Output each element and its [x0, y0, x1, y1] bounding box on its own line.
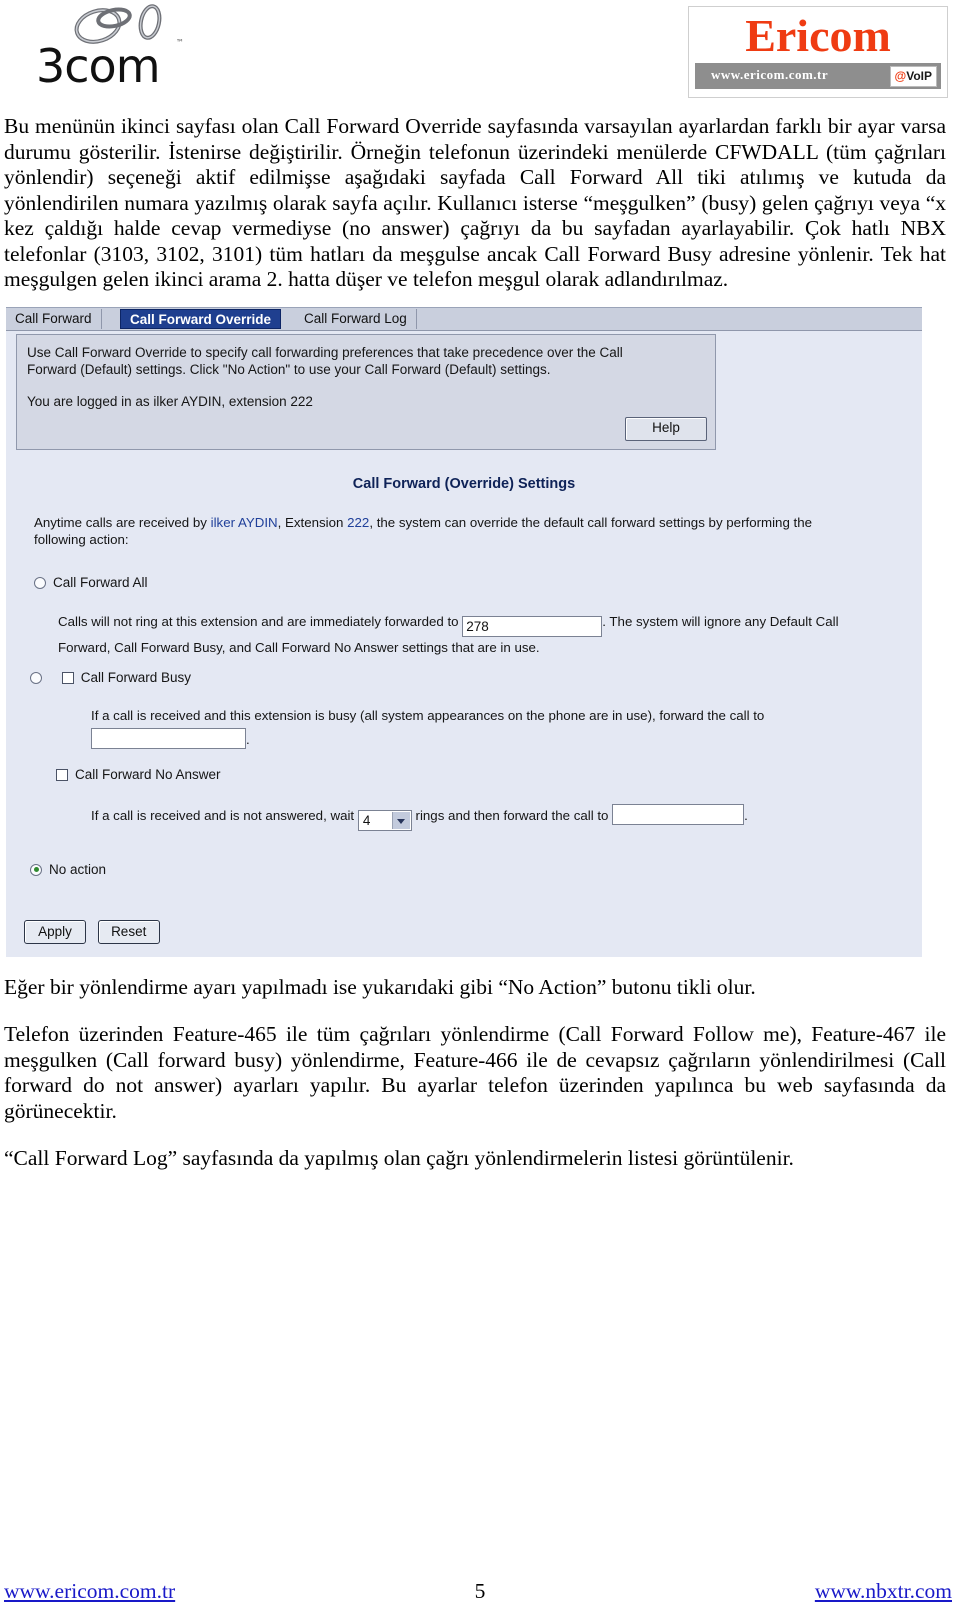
footer-link-nbxtr[interactable]: www.nbxtr.com: [815, 1579, 952, 1604]
after-paragraph-1: Eğer bir yönlendirme ayarı yapılmadı ise…: [4, 974, 756, 999]
description-prefix: Anytime calls are received by: [34, 514, 211, 530]
ericom-wordmark: Ericom: [745, 10, 891, 61]
call-forward-no-answer-checkbox[interactable]: [56, 768, 68, 781]
at-icon: @: [894, 69, 907, 83]
no-action-row[interactable]: No action: [30, 862, 106, 877]
threecom-logo: 3com ™: [36, 4, 216, 100]
info-line-1: Use Call Forward Override to specify cal…: [27, 344, 623, 360]
override-description: Anytime calls are received by ilker AYDI…: [34, 514, 919, 548]
chevron-down-icon[interactable]: [391, 811, 410, 829]
ericom-logo: Ericom www.ericom.com.tr @VoIP: [688, 6, 948, 98]
after-paragraph-3: “Call Forward Log” sayfasında da yapılmı…: [4, 1146, 794, 1170]
description-suffix: , the system can override the default ca…: [369, 514, 813, 530]
help-button[interactable]: Help: [625, 416, 707, 441]
call-forward-busy-row[interactable]: Call Forward Busy: [30, 670, 191, 685]
cfa-text-line2: Forward, Call Forward Busy, and Call For…: [58, 639, 540, 655]
call-forward-all-radio[interactable]: [34, 576, 46, 589]
tab-strip: Call Forward Call Forward Override Call …: [6, 307, 922, 331]
cfna-text-before: If a call is received and is not answere…: [91, 807, 355, 823]
call-forward-busy-label: Call Forward Busy: [80, 669, 191, 685]
cfna-period: .: [744, 807, 748, 823]
call-forward-busy-radio[interactable]: [30, 671, 42, 684]
call-forward-all-label: Call Forward All: [53, 574, 148, 590]
settings-heading: Call Forward (Override) Settings: [352, 475, 576, 492]
description-user: ilker AYDIN: [210, 514, 278, 530]
no-action-radio[interactable]: [30, 863, 42, 876]
description-mid: , Extension: [277, 514, 348, 530]
tab-call-forward-override[interactable]: Call Forward Override: [120, 308, 282, 329]
rings-count-select[interactable]: 4: [357, 809, 412, 831]
call-forward-no-answer-input[interactable]: [612, 803, 745, 825]
intro-paragraph: Bu menünün ikinci sayfası olan Call Forw…: [4, 114, 946, 291]
call-forward-no-answer-row[interactable]: Call Forward No Answer: [56, 767, 221, 782]
page-footer: www.ericom.com.tr 5 www.nbxtr.com: [0, 1579, 960, 1607]
call-forward-all-input[interactable]: 278: [462, 615, 603, 637]
logged-in-as-text: You are logged in as ilker AYDIN, extens…: [27, 393, 313, 409]
cfa-text-before: Calls will not ring at this extension an…: [58, 613, 459, 629]
cfa-text-after: . The system will ignore any Default Cal…: [602, 613, 839, 629]
page-header: 3com ™ Ericom www.ericom.com.tr @VoIP: [0, 0, 960, 108]
call-forward-no-answer-label: Call Forward No Answer: [75, 766, 221, 782]
form-actions: Apply Reset: [24, 919, 160, 944]
description-extension: 222: [347, 514, 370, 530]
voip-badge-label: VoIP: [906, 69, 932, 83]
tab-call-forward[interactable]: Call Forward: [6, 308, 102, 329]
apply-button[interactable]: Apply: [24, 919, 86, 944]
no-action-label: No action: [49, 861, 107, 877]
call-forward-busy-checkbox[interactable]: [61, 671, 74, 684]
call-forward-busy-input[interactable]: [91, 727, 246, 749]
tab-call-forward-log[interactable]: Call Forward Log: [295, 308, 417, 329]
nbx-call-forward-override-screenshot: Call Forward Call Forward Override Call …: [6, 306, 922, 957]
cfb-text: If a call is received and this extension…: [91, 707, 765, 723]
cfb-period: .: [246, 731, 250, 747]
ericom-url-strip: www.ericom.com.tr @VoIP: [695, 63, 941, 89]
call-forward-no-answer-detail: If a call is received and is not answere…: [91, 803, 748, 831]
ericom-url-text: www.ericom.com.tr: [711, 67, 829, 82]
reset-button[interactable]: Reset: [97, 919, 160, 944]
info-panel: Use Call Forward Override to specify cal…: [16, 333, 716, 450]
call-forward-all-detail: Calls will not ring at this extension an…: [58, 611, 922, 659]
after-paragraph-2: Telefon üzerinden Feature-465 ile tüm ça…: [4, 1022, 946, 1123]
voip-badge: @VoIP: [889, 66, 937, 87]
description-line2: following action:: [34, 531, 129, 547]
cfna-text-middle: rings and then forward the call to: [415, 807, 609, 823]
trademark-symbol: ™: [176, 38, 184, 47]
rings-count-value: 4: [362, 812, 371, 828]
call-forward-all-row[interactable]: Call Forward All: [34, 575, 148, 590]
call-forward-busy-detail: If a call is received and this extension…: [91, 704, 921, 752]
info-line-2: Forward (Default) settings. Click "No Ac…: [27, 361, 551, 377]
threecom-wordmark: 3com: [36, 39, 161, 93]
